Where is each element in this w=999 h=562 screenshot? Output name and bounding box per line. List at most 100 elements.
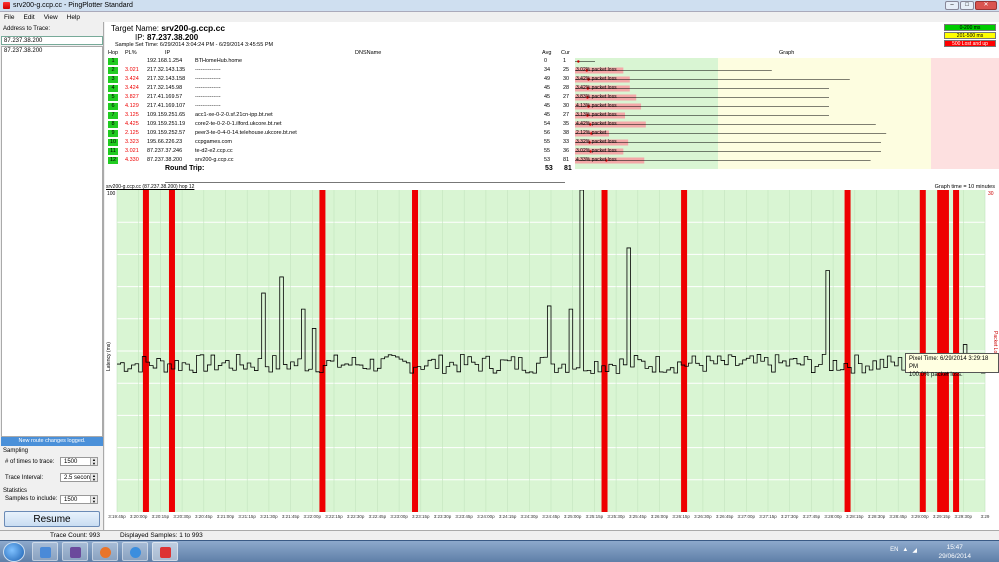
interval-input[interactable]: 2.5 seconds ▲ ▼	[60, 473, 98, 482]
tooltip-line2: 100.0% packet loss.	[909, 372, 963, 378]
samples-input[interactable]: 1500 ▲ ▼	[60, 495, 98, 504]
resume-button[interactable]: Resume	[4, 511, 100, 527]
hop-row[interactable]: 2 3.021 217.32.143.135 -------------- 34 25 3.…	[105, 67, 999, 74]
hop-avg: 45	[544, 85, 551, 91]
left-panel: Address to Trace: 87.237.38.200 87.237.3…	[0, 22, 104, 530]
times-input[interactable]: 1500 ▲ ▼	[60, 457, 98, 466]
x-tick-label: 3:24:15p	[499, 514, 517, 519]
hop-ip: 217.41.169.57	[147, 94, 183, 100]
x-tick-label: 3:28:30p	[868, 514, 886, 519]
times-label: # of times to trace:	[5, 459, 55, 465]
hop-row[interactable]: 11 3.021 87.237.37.246 te-d2-e2.ccp.cc 55 36 3…	[105, 148, 999, 155]
hop-row[interactable]: 6 4.129 217.41.169.107 -------------- 45 30 4.…	[105, 103, 999, 110]
hop-ip: 109.159.252.57	[147, 130, 186, 136]
hop-row[interactable]: 1 192.168.1.254 BTHomeHub.home 0 1	[105, 58, 999, 65]
hop-row[interactable]: 5 3.827 217.41.169.57 -------------- 45 27 3.8…	[105, 94, 999, 101]
hop-loss-label: 4.13% packet loss	[576, 103, 617, 109]
taskbar-app[interactable]	[92, 542, 118, 561]
address-input[interactable]: 87.237.38.200	[1, 36, 103, 45]
y-right-top-label: 30	[988, 191, 994, 197]
hop-loss-label: 3.02% packet loss	[576, 148, 617, 154]
target-value: srv200-g.ccp.cc	[161, 23, 226, 33]
legend-red: 500 Lost and up	[944, 40, 996, 47]
menu-edit[interactable]: Edit	[23, 14, 34, 21]
hop-number: 2	[108, 67, 118, 74]
spinner-arrows-icon[interactable]: ▲ ▼	[90, 458, 97, 465]
hop-dns: te-d2-e2.ccp.cc	[195, 148, 233, 154]
app-window: srv200-g.ccp.cc - PingPlotter Standard –…	[0, 0, 999, 562]
packet-loss-bar	[844, 190, 851, 512]
hop-pl: 3.021	[125, 148, 139, 154]
menu-file[interactable]: File	[4, 14, 14, 21]
main-panel: Target Name: srv200-g.ccp.cc IP: 87.237.…	[105, 22, 999, 530]
packet-loss-bar	[142, 190, 149, 512]
clock[interactable]: 15:47 29/06/2014	[938, 543, 971, 561]
hop-pl: 4.129	[125, 103, 139, 109]
taskbar-app[interactable]	[122, 542, 148, 561]
x-tick-label: 3:26:45p	[716, 514, 734, 519]
interval-label: Trace Interval:	[5, 475, 44, 481]
hop-cur: 27	[563, 94, 570, 100]
route-change-note[interactable]: New route changes logged.	[1, 437, 103, 446]
taskbar-app-pingplotter[interactable]	[152, 542, 178, 561]
timeline-svg: 3:19:45p 3:20:00p 3:20:15p 3:20:30p 3:20:45p…	[106, 190, 998, 519]
hop-row[interactable]: 12 4.330 87.237.38.200 srv200-g.ccp.cc 53 81 4…	[105, 157, 999, 164]
hop-loss-label: 2.12% packet	[576, 130, 607, 136]
tray-icon[interactable]: ▲	[902, 547, 908, 554]
hop-pl: 3.424	[125, 76, 139, 82]
lang-indicator[interactable]: EN	[890, 547, 898, 554]
hop-dns: peer3-te-0-4-0-14.telehouse.ukcore.bt.ne…	[195, 130, 297, 136]
hop-loss-label: 3.13% packet loss	[576, 112, 617, 118]
packet-loss-bar	[681, 190, 688, 512]
hop-row[interactable]: 7 3.125 109.159.251.65 acc1-xe-0-2-0.sf.21c…	[105, 112, 999, 119]
hop-row[interactable]: 4 3.424 217.32.145.98 -------------- 45 28 3.4…	[105, 85, 999, 92]
hop-number: 5	[108, 94, 118, 101]
x-tick-label: 3:22:45p	[369, 514, 387, 519]
hop-ip: 87.237.38.200	[147, 157, 183, 163]
taskbar-app[interactable]	[32, 542, 58, 561]
x-tick-label: 3:26:00p	[651, 514, 669, 519]
start-button-icon[interactable]	[3, 542, 25, 562]
hop-dns: --------------	[195, 67, 221, 73]
ip-value: 87.237.38.200	[147, 33, 199, 42]
system-tray: EN ▲ ◢	[890, 547, 917, 554]
trace-count: Trace Count: 993	[50, 532, 100, 539]
hop-loss-label: 3.02% packet loss	[576, 67, 617, 73]
packet-loss-bar	[937, 190, 944, 512]
hop-dns: core2-te-0-2-0-1.ilford.ukcore.bt.net	[195, 121, 282, 127]
hop-row[interactable]: 9 2.125 109.159.252.57 peer3-te-0-4-0-14.te…	[105, 130, 999, 137]
taskbar-app[interactable]	[62, 542, 88, 561]
volume-icon[interactable]: ◢	[912, 547, 917, 554]
sample-set-time: Sample Set Time: 6/29/2014 3:04:24 PM - …	[115, 42, 274, 48]
spinner-arrows-icon[interactable]: ▲ ▼	[90, 496, 97, 503]
ip-label: IP:	[135, 33, 145, 42]
hop-ip: 217.32.143.158	[147, 76, 186, 82]
hop-loss-label: 4.33% packet loss	[576, 157, 617, 163]
pixel-tooltip: Pixel Time: 6/29/2014 3:29:18 PM 100.0% …	[905, 353, 999, 378]
maximize-button[interactable]: □	[960, 1, 974, 10]
hop-row[interactable]: 8 4.425 109.159.251.19 core2-te-0-2-0-1.ilf…	[105, 121, 999, 128]
hop-number: 11	[108, 148, 118, 155]
samples-label: Samples to include:	[5, 496, 58, 502]
hop-dns: srv200-g.ccp.cc	[195, 157, 234, 163]
hop-number: 9	[108, 130, 118, 137]
spinner-arrows-icon[interactable]: ▲ ▼	[90, 474, 97, 481]
hop-row[interactable]: 3 3.424 217.32.143.158 -------------- 49 30 3.…	[105, 76, 999, 83]
menu-view[interactable]: View	[44, 14, 58, 21]
hop-ip: 192.168.1.254	[147, 58, 183, 64]
x-tick-label: 3:25:30p	[607, 514, 625, 519]
hop-avg: 45	[544, 94, 551, 100]
hop-cur: 25	[563, 67, 570, 73]
browser-icon	[130, 547, 141, 558]
close-button[interactable]: ✕	[975, 1, 997, 10]
history-item[interactable]: 87.237.38.200	[2, 47, 102, 55]
minimize-button[interactable]: –	[945, 1, 959, 10]
timeline-graph[interactable]: srv200-g.ccp.cc (87.237.38.200) hop 12 G…	[105, 184, 999, 530]
hop-row[interactable]: 10 3.323 195.66.226.23 ccpgames.com 55 33 3.32…	[105, 139, 999, 146]
x-tick-label: 3:29:30p	[955, 514, 973, 519]
hop-pl: 2.125	[125, 130, 139, 136]
x-tick-label: 3:23:00p	[390, 514, 408, 519]
menu-help[interactable]: Help	[67, 14, 80, 21]
hop-dns: BTHomeHub.home	[195, 58, 243, 64]
hop-ip: 109.159.251.65	[147, 112, 186, 118]
